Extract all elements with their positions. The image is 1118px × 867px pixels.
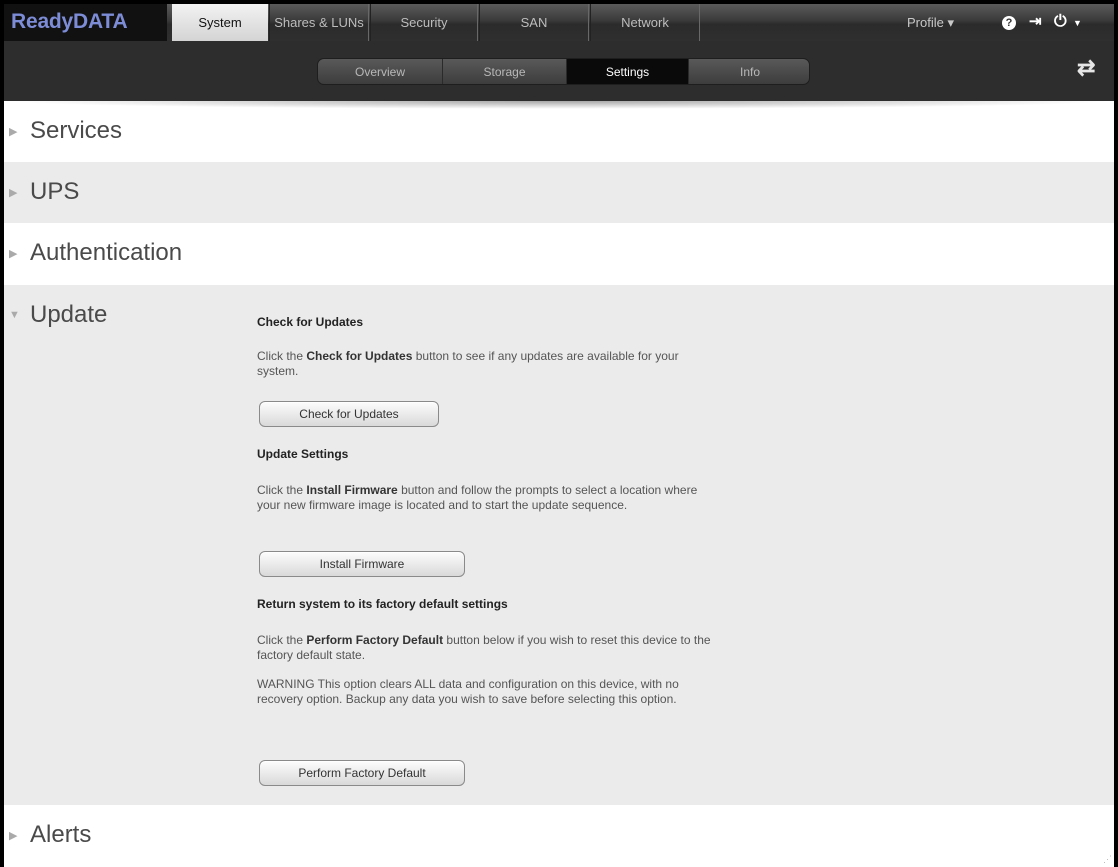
expand-arrow-icon[interactable]: ▶	[9, 829, 17, 842]
section-title-alerts[interactable]: Alerts	[30, 821, 91, 849]
help-icon[interactable]: ?	[1002, 16, 1016, 30]
collapse-arrow-icon[interactable]: ▼	[9, 309, 20, 321]
text-fragment-bold: Install Firmware	[306, 483, 398, 497]
section-ups[interactable]: ▶ UPS	[4, 162, 1114, 223]
section-authentication[interactable]: ▶ Authentication	[4, 223, 1114, 285]
text-fragment: Click the	[257, 483, 307, 497]
brand-logo: ReadyDATA	[4, 4, 167, 41]
app-window: ReadyDATA System Shares & LUNs Security …	[4, 4, 1114, 867]
subtab-storage[interactable]: Storage	[443, 59, 567, 84]
update-settings-description: Click the Install Firmware button and fo…	[257, 483, 717, 513]
subnav-shadow	[4, 101, 1114, 109]
subtab-info[interactable]: Info	[689, 59, 809, 84]
section-services[interactable]: ▶ Services	[4, 101, 1114, 162]
check-updates-heading: Check for Updates	[257, 315, 364, 329]
expand-arrow-icon[interactable]: ▶	[9, 247, 17, 260]
factory-default-heading: Return system to its factory default set…	[257, 597, 508, 611]
check-updates-description: Click the Check for Updates button to se…	[257, 349, 717, 379]
expand-arrow-icon[interactable]: ▶	[9, 125, 17, 138]
power-icon[interactable]: ⏻	[1054, 4, 1067, 40]
section-title-services[interactable]: Services	[30, 117, 122, 145]
tab-san[interactable]: SAN	[479, 4, 589, 41]
perform-factory-default-button[interactable]: Perform Factory Default	[259, 760, 465, 786]
subtab-overview[interactable]: Overview	[318, 59, 443, 84]
sub-tab-group: Overview Storage Settings Info	[317, 58, 810, 85]
subtab-settings[interactable]: Settings	[567, 59, 689, 84]
chevron-down-icon[interactable]: ▼	[1073, 4, 1082, 42]
refresh-icon[interactable]: ⇄	[1077, 55, 1095, 81]
tab-network[interactable]: Network	[590, 4, 700, 41]
text-fragment: Click the	[257, 633, 307, 647]
tab-security[interactable]: Security	[370, 4, 478, 41]
section-alerts[interactable]: ▶ Alerts ⋰	[4, 805, 1114, 867]
expand-arrow-icon[interactable]: ▶	[9, 186, 17, 199]
update-settings-heading: Update Settings	[257, 447, 349, 461]
text-fragment-bold: Perform Factory Default	[306, 633, 444, 647]
tab-system[interactable]: System	[172, 4, 268, 41]
text-fragment-bold: Check for Updates	[306, 349, 413, 363]
factory-default-description: Click the Perform Factory Default button…	[257, 633, 717, 663]
check-for-updates-button[interactable]: Check for Updates	[259, 401, 439, 427]
section-title-authentication[interactable]: Authentication	[30, 239, 182, 267]
text-fragment: Click the	[257, 349, 307, 363]
sub-navigation-bar: Overview Storage Settings Info ⇄	[4, 41, 1114, 101]
logout-icon[interactable]: ⇥	[1029, 4, 1042, 40]
section-title-update[interactable]: Update	[30, 301, 107, 329]
resize-grip-icon[interactable]: ⋰	[1103, 854, 1112, 865]
factory-default-warning: WARNING This option clears ALL data and …	[257, 677, 679, 706]
install-firmware-button[interactable]: Install Firmware	[259, 551, 465, 577]
profile-menu[interactable]: Profile ▾	[907, 4, 954, 41]
top-navigation-bar: ReadyDATA System Shares & LUNs Security …	[4, 4, 1114, 41]
section-title-ups[interactable]: UPS	[30, 178, 79, 206]
section-update: ▼ Update Check for Updates Click the Che…	[4, 285, 1114, 805]
tab-shares-luns[interactable]: Shares & LUNs	[269, 4, 369, 41]
